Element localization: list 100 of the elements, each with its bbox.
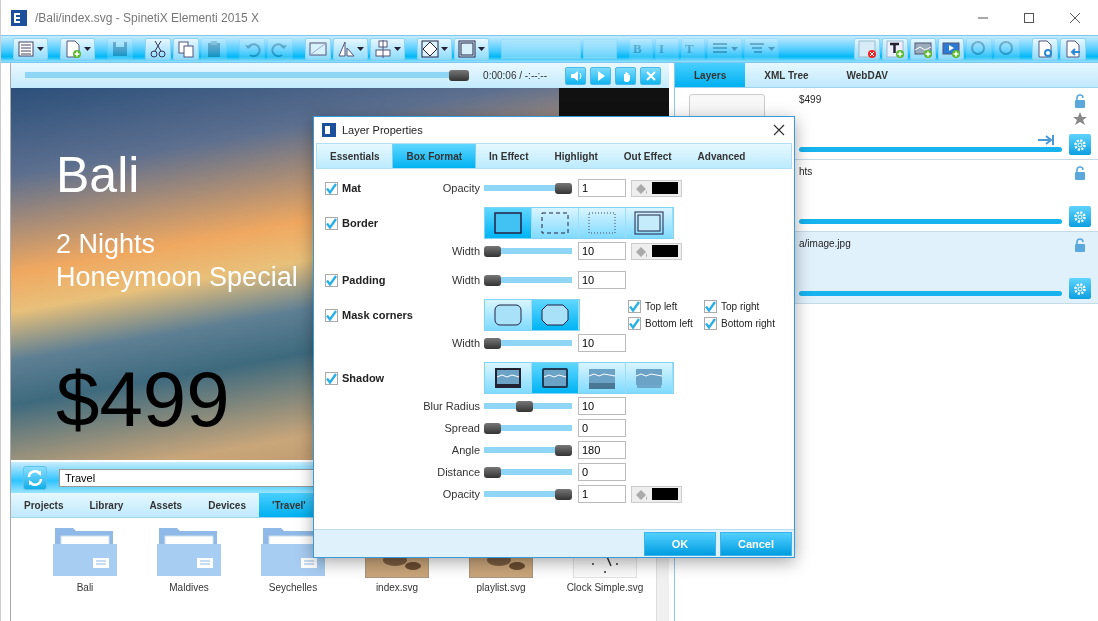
number-field[interactable]: 0 [578, 419, 626, 437]
caret-icon [84, 46, 91, 52]
subtitle-text: 2 Nights [56, 228, 156, 261]
caret-icon [731, 46, 738, 52]
price-text: $499 [56, 354, 230, 445]
panel-tab[interactable]: WebDAV [827, 63, 907, 87]
toolbar-button[interactable] [454, 38, 489, 60]
file-name[interactable]: Clock Simple.svg [566, 582, 644, 593]
dialog-tab[interactable]: In Effect [476, 144, 542, 168]
color-button[interactable] [631, 485, 682, 503]
browser-tab[interactable]: Projects [11, 493, 77, 517]
dialog-title: Layer Properties [342, 124, 424, 136]
timeline-slider[interactable] [25, 70, 470, 81]
file-name[interactable]: index.svg [375, 582, 419, 593]
slider[interactable] [484, 466, 572, 478]
checkbox[interactable]: Mask corners [325, 308, 413, 322]
number-field[interactable]: 10 [578, 271, 626, 289]
slider[interactable] [484, 182, 572, 194]
toolbar-button[interactable] [60, 38, 95, 60]
number-field[interactable]: 1 [578, 179, 626, 197]
maximize-icon [1023, 11, 1035, 24]
caret-icon [768, 46, 775, 52]
play-button[interactable] [590, 66, 611, 85]
panel-tab[interactable]: Layers [675, 63, 746, 87]
slider[interactable] [484, 422, 572, 434]
slider[interactable] [484, 337, 572, 349]
style-option[interactable] [485, 208, 532, 238]
window-title: /Bali/index.svg - SpinetiX Elementi 2015 X [35, 10, 261, 25]
delete-layer-icon [858, 40, 876, 58]
browser-tab[interactable]: Devices [195, 493, 259, 517]
undo-icon [243, 40, 261, 58]
slider-thumb[interactable] [484, 466, 501, 478]
lock-icon [1074, 94, 1086, 108]
slider-thumb[interactable] [484, 274, 501, 286]
border-style-icon [539, 210, 571, 236]
align-icon [374, 40, 392, 58]
checkmark-icon [326, 182, 337, 194]
paint-bucket-icon [634, 244, 648, 258]
checkbox[interactable]: Padding [325, 273, 386, 287]
toolbar-button[interactable] [145, 38, 171, 60]
slider-thumb[interactable] [515, 400, 533, 412]
toolbar-button[interactable] [882, 38, 908, 60]
number-field[interactable]: 10 [578, 334, 626, 352]
style-option[interactable] [532, 363, 579, 393]
field-label: Blur Radius [423, 400, 480, 412]
diamond-icon [421, 40, 439, 58]
field-label: Opacity [442, 488, 480, 500]
volume-button[interactable] [565, 66, 586, 85]
document-export-icon [1064, 40, 1082, 58]
number-field[interactable]: 10 [578, 242, 626, 260]
panel-tab[interactable]: XML Tree [745, 63, 828, 87]
close-icon [644, 69, 657, 82]
slider[interactable] [484, 444, 572, 456]
field-label: Distance [437, 466, 480, 478]
dialog-tab[interactable]: Essentials [317, 144, 393, 168]
number-field[interactable]: 180 [578, 441, 626, 459]
app-logo-icon [322, 123, 336, 137]
timeline-thumb[interactable] [449, 70, 470, 81]
slider-thumb[interactable] [555, 182, 572, 194]
slider-thumb[interactable] [484, 422, 501, 434]
toolbar-button[interactable] [333, 38, 368, 60]
dialog-tab[interactable]: Box Format [392, 144, 477, 168]
settings-button[interactable] [1069, 278, 1091, 299]
slider-thumb[interactable] [484, 245, 501, 257]
slider[interactable] [484, 245, 572, 257]
refresh-button[interactable] [23, 465, 47, 490]
slider-thumb[interactable] [484, 337, 501, 349]
number-field[interactable]: 0 [578, 463, 626, 481]
file-name[interactable]: Seychelles [268, 582, 318, 593]
file-name[interactable]: Bali [76, 582, 94, 593]
file-name[interactable]: Maldives [169, 582, 209, 593]
checkbox[interactable]: Border [325, 216, 379, 230]
number-field[interactable]: 10 [578, 397, 626, 415]
checkbox[interactable]: Shadow [325, 371, 385, 385]
dialog-tab[interactable]: Highlight [541, 144, 611, 168]
browser-tab[interactable]: Library [76, 493, 137, 517]
close-icon [773, 124, 785, 136]
triangle-icon [337, 40, 355, 58]
slider-thumb[interactable] [555, 488, 572, 500]
stop-button[interactable] [640, 66, 661, 85]
browser-tab[interactable]: Assets [136, 493, 196, 517]
toolbar-button[interactable] [417, 38, 452, 60]
file-name[interactable]: playlist.svg [476, 582, 526, 593]
layer-name: $499 [799, 94, 823, 105]
color-button[interactable] [631, 179, 682, 197]
checkbox[interactable]: Bottom right [704, 317, 775, 330]
slider[interactable] [484, 400, 572, 412]
settings-button[interactable] [1069, 134, 1091, 155]
slider[interactable] [484, 274, 572, 286]
slider[interactable] [484, 488, 572, 500]
pointer-button[interactable] [615, 66, 636, 85]
checkbox[interactable]: Bottom left [628, 317, 693, 330]
folder-icon [157, 528, 221, 578]
color-button[interactable] [631, 242, 682, 260]
number-field[interactable]: 1 [578, 485, 626, 503]
settings-button[interactable] [1069, 206, 1091, 227]
checkbox[interactable]: Top left [628, 300, 678, 313]
field-label: Spread [444, 422, 480, 434]
slider-thumb[interactable] [555, 444, 572, 456]
checkbox[interactable]: Mat [325, 181, 361, 195]
